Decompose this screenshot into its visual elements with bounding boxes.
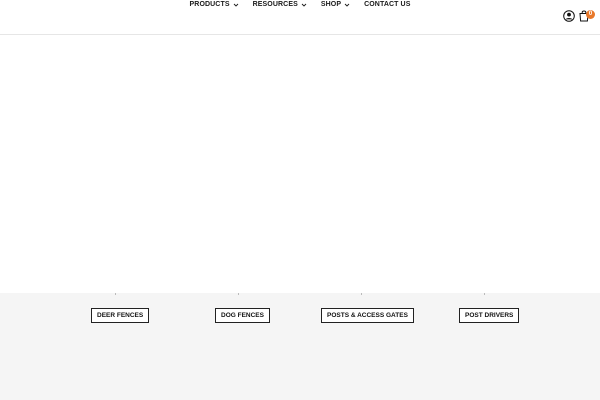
category-button-post-drivers[interactable]: POST DRIVERS (459, 308, 520, 323)
cart-count-badge: 0 (586, 10, 595, 19)
user-circle-icon[interactable] (563, 10, 575, 22)
main-nav: PRODUCTS RESOURCES SHOP CONTACT US (0, 0, 600, 12)
site-header: PRODUCTS RESOURCES SHOP CONTACT US 0 (0, 0, 600, 35)
chevron-down-icon (344, 3, 350, 7)
nav-item-label: RESOURCES (252, 1, 298, 8)
divider-mark (115, 293, 116, 295)
category-section: DEER FENCES DOG FENCES POSTS & ACCESS GA… (0, 293, 600, 400)
divider-mark (361, 293, 362, 295)
chevron-down-icon (301, 3, 307, 7)
category-button-deer-fences[interactable]: DEER FENCES (91, 308, 150, 323)
nav-item-label: SHOP (320, 1, 342, 8)
nav-item-products[interactable]: PRODUCTS (190, 0, 239, 10)
nav-item-resources[interactable]: RESOURCES (253, 0, 307, 10)
divider-mark (484, 293, 485, 295)
divider-mark (238, 293, 239, 295)
category-button-dog-fences[interactable]: DOG FENCES (215, 308, 270, 323)
hero-banner (0, 36, 600, 293)
chevron-down-icon (233, 3, 238, 7)
nav-item-shop[interactable]: SHOP (321, 0, 350, 10)
nav-item-contact-us[interactable]: CONTACT US (364, 0, 410, 10)
nav-item-label: PRODUCTS (189, 1, 230, 8)
nav-item-label: CONTACT US (364, 1, 411, 8)
category-button-posts-access-gates[interactable]: POSTS & ACCESS GATES (321, 308, 414, 323)
